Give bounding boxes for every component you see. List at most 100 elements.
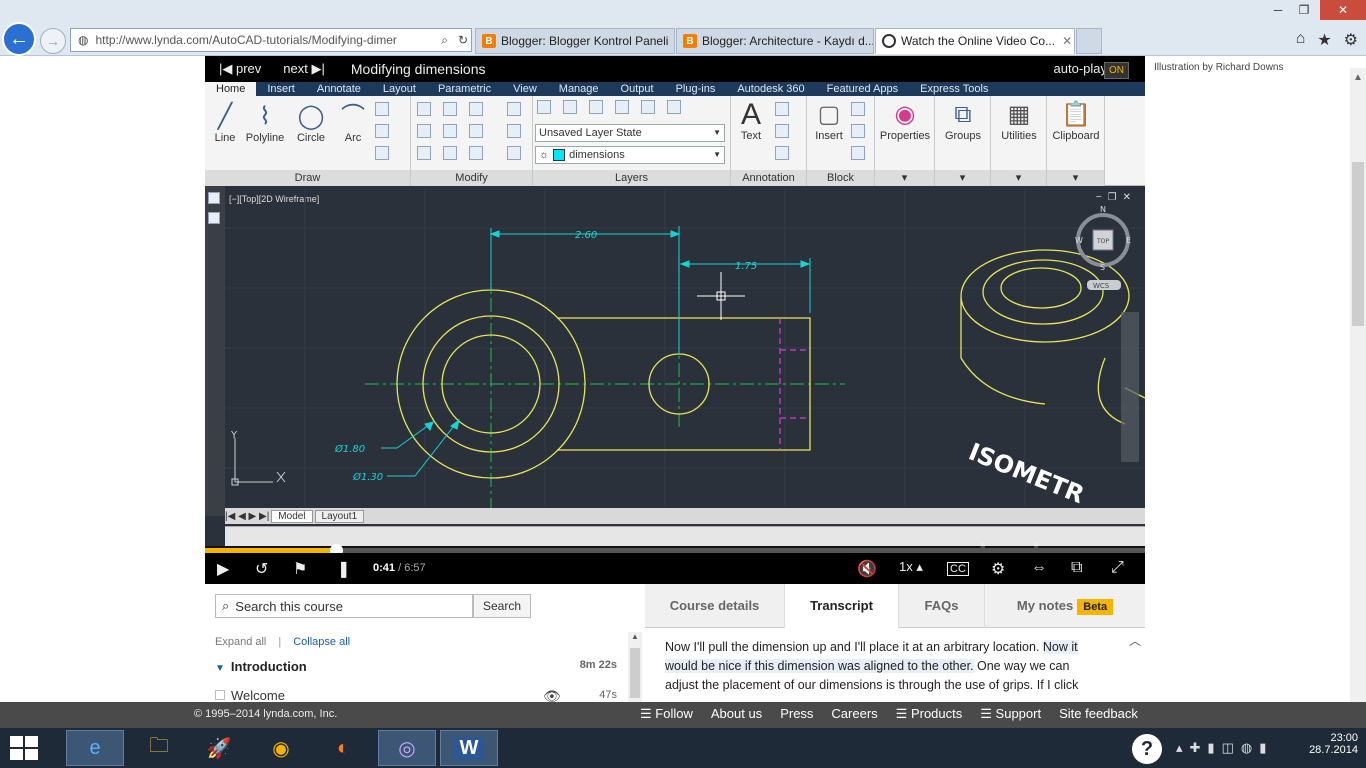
footer-link-feedback[interactable]: Site feedback	[1059, 706, 1138, 722]
favorites-star-icon[interactable]: ★	[1317, 30, 1331, 50]
ribbon-tab-express-tools[interactable]: Express Tools	[909, 82, 999, 96]
viewcube-top[interactable]: TOP	[1096, 238, 1109, 245]
layer-properties-icon[interactable]	[537, 100, 551, 114]
footer-link-press[interactable]: Press	[780, 706, 813, 722]
system-tray-icons[interactable]: ▴✚▮◫◍▮	[1176, 740, 1273, 756]
toc-scrollbar[interactable]: ▲	[628, 632, 642, 702]
ribbon-tab-output[interactable]: Output	[610, 82, 665, 96]
offset-icon[interactable]	[507, 146, 521, 160]
panel-expand-icon[interactable]: ▾	[991, 170, 1046, 186]
tab-layout1[interactable]: Layout1	[314, 509, 365, 523]
ribbon-tab-view[interactable]: View	[502, 82, 548, 96]
scale-icon[interactable]	[443, 146, 457, 160]
panel-label[interactable]: Annotation	[731, 170, 806, 186]
word-icon[interactable]: W	[440, 730, 498, 766]
tab-lynda-video[interactable]: Watch the Online Video Co... ✕	[875, 28, 1075, 54]
scroll-up-icon[interactable]: ▲	[628, 632, 642, 641]
ribbon-tab-autodesk-360[interactable]: Autodesk 360	[726, 82, 815, 96]
edit-block-icon[interactable]	[851, 124, 865, 138]
chapter-introduction[interactable]: ▼ Introduction 8m 22s	[215, 659, 617, 674]
hatch-icon[interactable]	[375, 124, 389, 138]
layer-freeze-icon[interactable]	[615, 100, 629, 114]
panel-expand-icon[interactable]: ▾	[875, 170, 934, 186]
tab-faqs[interactable]: FAQs	[899, 584, 985, 628]
diameter-1-30[interactable]: Ø1.30	[352, 471, 383, 483]
arc-tool[interactable]: ⌒ Arc	[337, 102, 369, 144]
scroll-up-icon[interactable]: ▲	[1350, 72, 1366, 83]
clipboard-tool[interactable]: 📋 Clipboard	[1049, 100, 1103, 142]
rectangle-icon[interactable]	[375, 102, 389, 116]
tab-my-notes[interactable]: My notes Beta	[985, 584, 1145, 628]
table-icon[interactable]	[775, 146, 789, 160]
copy-icon[interactable]	[417, 124, 431, 138]
bookmark-icon[interactable]: ❚	[337, 559, 350, 579]
tab-blogger-panel[interactable]: B Blogger: Blogger Kontrol Paneli	[475, 28, 675, 54]
forward-button[interactable]: →	[40, 28, 66, 54]
layer-dropdown[interactable]: ☼ dimensions ▼	[535, 146, 725, 164]
properties-tool[interactable]: ◉ Properties	[879, 100, 931, 142]
media-player-icon[interactable]: ◉	[252, 730, 310, 766]
address-bar[interactable]: ◍ http://www.lynda.com/AutoCAD-tutorials…	[70, 28, 472, 52]
collapse-all-link[interactable]: Collapse all	[293, 636, 350, 648]
gear-icon[interactable]: ⚙	[991, 559, 1005, 579]
refresh-icon[interactable]: ↻	[455, 33, 471, 47]
new-tab-button[interactable]	[1076, 28, 1102, 54]
ribbon-tab-plug-ins[interactable]: Plug-ins	[665, 82, 727, 96]
block-attributes-icon[interactable]	[851, 146, 865, 160]
windows-start-icon[interactable]	[10, 736, 38, 760]
footer-link-follow[interactable]: ☰ Follow	[640, 706, 693, 722]
rewind-10-icon[interactable]: ↺	[255, 559, 268, 579]
maximize-button[interactable]: ❐	[1286, 0, 1322, 20]
next-button[interactable]: next ▶|	[283, 61, 325, 77]
drawing-canvas[interactable]: [−][Top][2D Wireframe] −❐✕ 2.60 1.75 Ø1.…	[205, 186, 1145, 546]
tab-course-details[interactable]: Course details	[645, 584, 785, 628]
tab-model[interactable]: Model	[271, 509, 313, 523]
layer-states-icon[interactable]	[563, 100, 577, 114]
closed-captions-icon[interactable]: CC	[947, 562, 969, 576]
transcript-scroll[interactable]: ︿	[1128, 632, 1142, 702]
wcs-menu[interactable]: WCS	[1093, 282, 1110, 290]
diameter-1-80[interactable]: Ø1.80	[334, 443, 365, 455]
expand-all-link[interactable]: Expand all	[215, 636, 266, 648]
insert-tool[interactable]: ▢ Insert	[811, 100, 847, 142]
add-bookmark-icon[interactable]: ⚑	[293, 559, 307, 579]
list-item[interactable]: Welcome 👁 47s	[215, 688, 617, 704]
firefox-icon[interactable]: ◐	[314, 730, 372, 766]
clock[interactable]: 23:00 28.7.2014	[1309, 732, 1358, 756]
array-icon[interactable]	[469, 146, 483, 160]
panel-label[interactable]: Modify	[411, 170, 532, 186]
trim-icon[interactable]	[469, 102, 483, 116]
utilities-tool[interactable]: ▦ Utilities	[995, 100, 1043, 142]
boundary-icon[interactable]	[375, 146, 389, 160]
gear-icon[interactable]: ⚙	[1344, 30, 1358, 50]
mirror-icon[interactable]	[443, 124, 457, 138]
close-tab-icon[interactable]: ✕	[1062, 34, 1072, 48]
autoplay-toggle[interactable]: ON	[1104, 62, 1129, 79]
stretch-icon[interactable]	[417, 146, 431, 160]
panel-expand-icon[interactable]: ▾	[935, 170, 990, 186]
rocket-app-icon[interactable]: 🚀	[190, 730, 248, 766]
chevron-up-icon[interactable]: ︿	[1128, 632, 1142, 649]
video-player[interactable]: |◀ prev next ▶| Modifying dimensions aut…	[205, 56, 1145, 584]
save-icon[interactable]	[208, 212, 220, 224]
groups-tool[interactable]: ⧉ Groups	[939, 100, 987, 142]
scrollbar-thumb[interactable]	[1352, 162, 1364, 326]
leader-icon[interactable]	[775, 124, 789, 138]
rotate-icon[interactable]	[443, 102, 457, 116]
layer-state-dropdown[interactable]: Unsaved Layer State ▼	[535, 124, 725, 142]
ribbon-tab-layout[interactable]: Layout	[372, 82, 427, 96]
layer-lock-icon[interactable]	[667, 100, 681, 114]
panel-label[interactable]: Block	[807, 170, 874, 186]
layer-off-icon[interactable]	[641, 100, 655, 114]
course-search-input[interactable]: ⌕ Search this course	[215, 594, 473, 618]
prev-button[interactable]: |◀ prev	[219, 61, 261, 77]
ribbon-tab-home[interactable]: Home	[205, 82, 257, 96]
mute-icon[interactable]: 🔇	[857, 559, 877, 579]
footer-link-careers[interactable]: Careers	[831, 706, 877, 722]
move-icon[interactable]	[417, 102, 431, 116]
help-icon[interactable]: ?	[1132, 734, 1162, 764]
file-explorer-icon[interactable]: 🗀	[130, 730, 188, 766]
close-window-button[interactable]: ✕	[1320, 0, 1366, 20]
home-icon[interactable]: ⌂	[1296, 30, 1306, 50]
panel-expand-icon[interactable]: ▾	[1047, 170, 1104, 186]
